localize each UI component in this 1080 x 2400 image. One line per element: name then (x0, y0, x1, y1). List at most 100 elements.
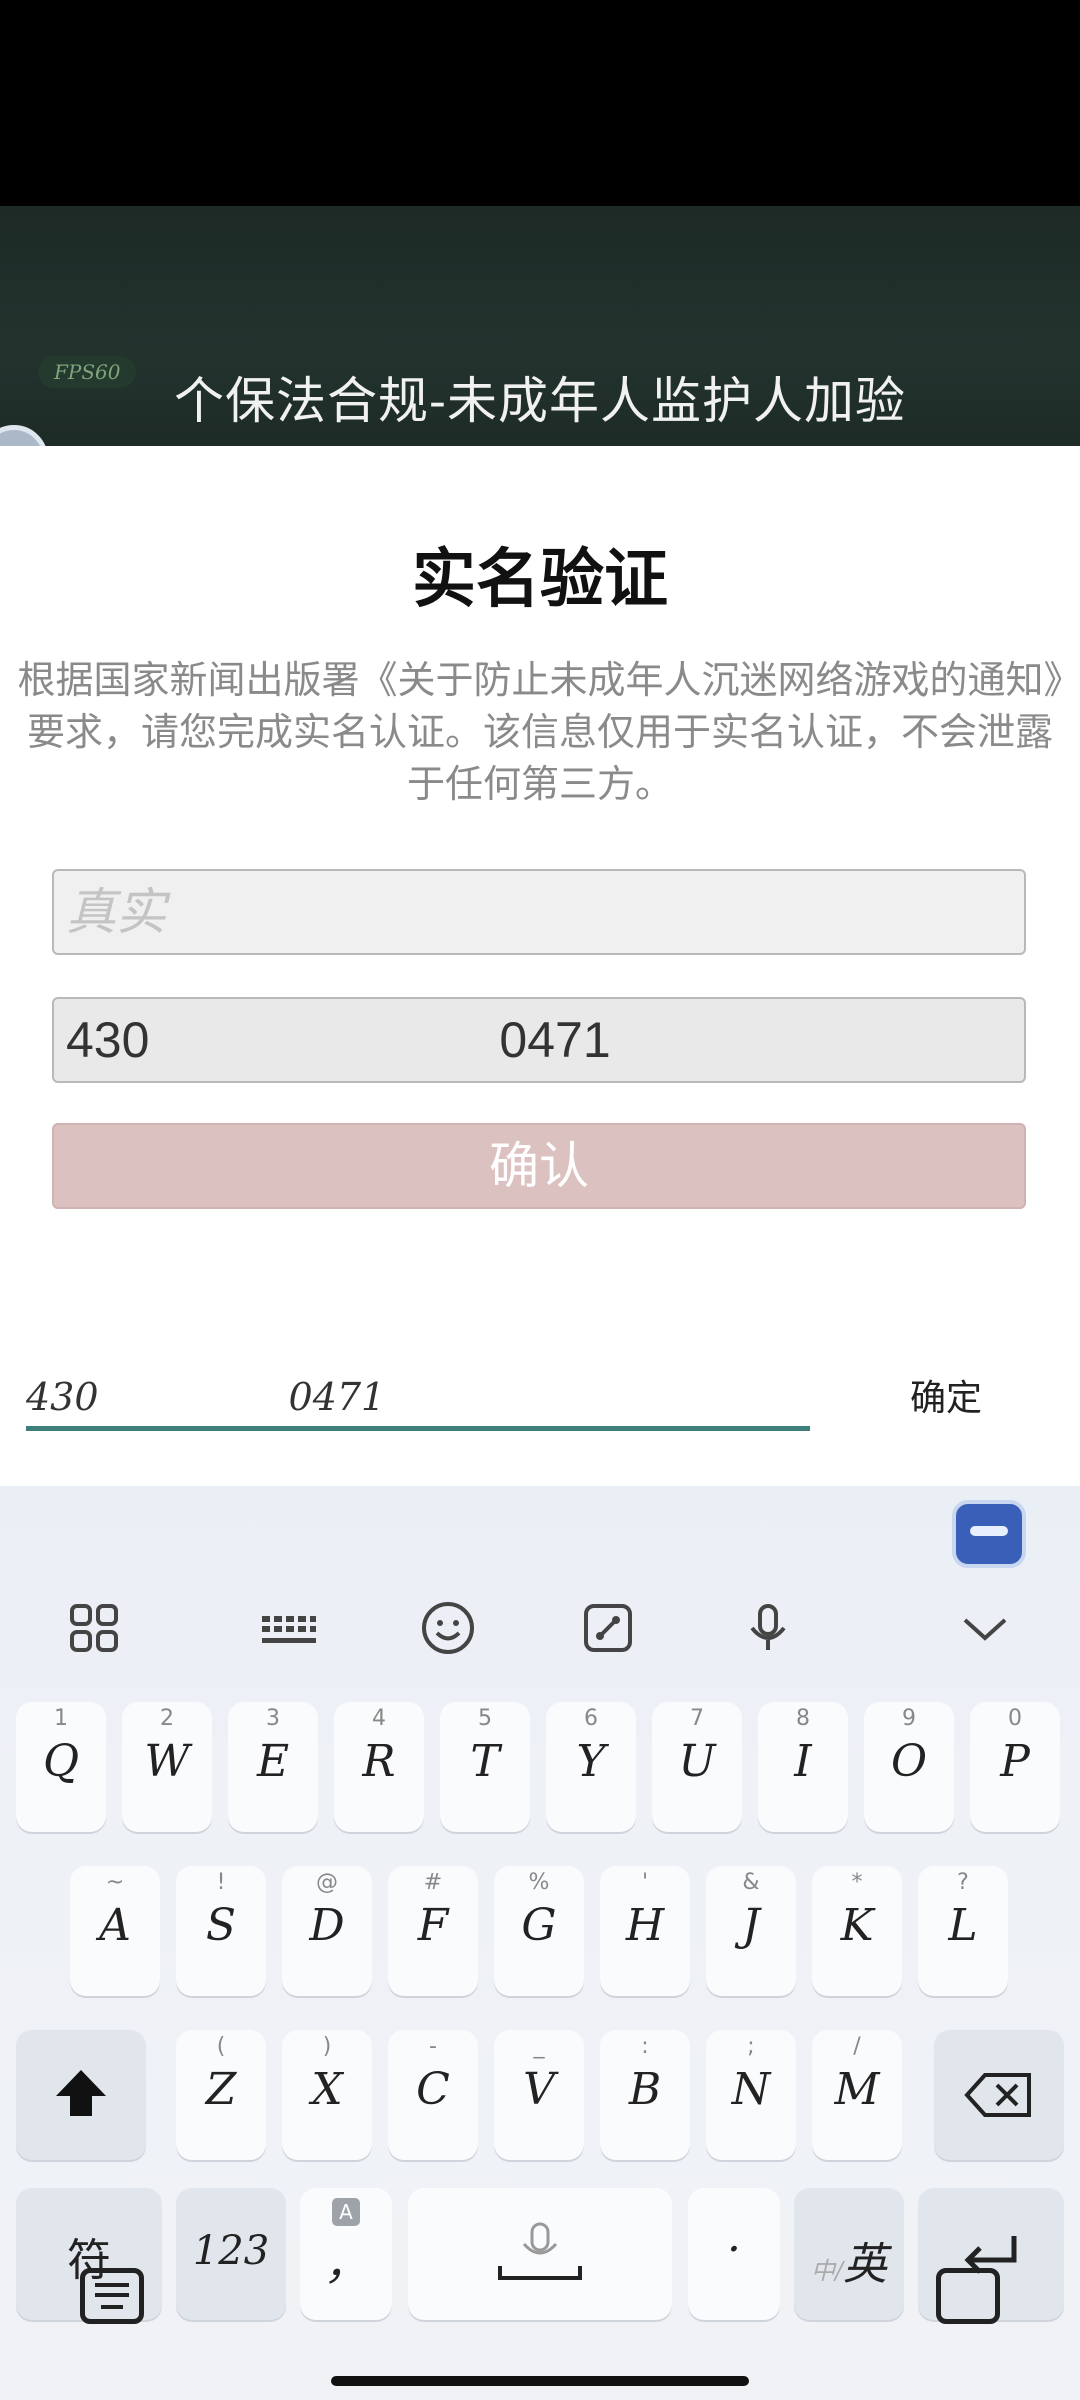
key-n[interactable]: ; N (706, 2030, 796, 2160)
key-w[interactable]: 2W (122, 1702, 212, 1832)
key-primary-label: T (470, 1736, 500, 1787)
key-secondary-label: _ (533, 2034, 545, 2059)
banner-title: 个保法合规-未成年人监护人加验 (174, 372, 906, 430)
key-secondary-label: 0 (1008, 1706, 1022, 1731)
key-secondary-label: - (429, 2034, 437, 2059)
key-primary-label: M (834, 2064, 880, 2115)
key-g[interactable]: % G (494, 1866, 584, 1996)
confirm-button[interactable]: 确认 (52, 1123, 1026, 1209)
key-p[interactable]: 0P (970, 1702, 1060, 1832)
key-primary-label: Z (205, 2064, 237, 2115)
key-primary-label: C (416, 2064, 450, 2115)
key-o[interactable]: 9O (864, 1702, 954, 1832)
key-secondary-label: % (528, 1870, 550, 1895)
key-s[interactable]: ! S (176, 1866, 266, 1996)
chevron-down-icon[interactable] (955, 1598, 1015, 1658)
key-b[interactable]: :B (600, 2030, 690, 2160)
key-secondary-label: 8 (796, 1706, 810, 1731)
key-secondary-label: 9 (902, 1706, 916, 1731)
dialog-description: 根据国家新闻出版署《关于防止未成年人沉迷网络游戏的通知》要求，请您完成实名认证。… (17, 658, 1063, 806)
key-primary-label: Y (576, 1736, 606, 1787)
key-secondary-label: 2 (160, 1706, 174, 1731)
apps-grid-icon[interactable] (64, 1598, 124, 1658)
key-e[interactable]: 3E (228, 1702, 318, 1832)
key-c[interactable]: -C (388, 2030, 478, 2160)
mic-icon[interactable] (738, 1598, 798, 1658)
assistant-robot-icon[interactable] (952, 1500, 1026, 1568)
backspace-key[interactable] (934, 2030, 1064, 2160)
ime-input-field[interactable]: 430 0471 (26, 1372, 810, 1431)
key-primary-label: U (678, 1736, 716, 1787)
key-secondary-label: * (851, 1870, 863, 1895)
key-primary-label: A (99, 1900, 131, 1951)
key-secondary-label: ( (216, 2034, 226, 2059)
key-v[interactable]: _ V (494, 2030, 584, 2160)
emoji-icon[interactable] (418, 1598, 478, 1658)
key-secondary-label: ~ (105, 1870, 125, 1895)
key-secondary-label: 6 (584, 1706, 598, 1731)
dialog-title: 实名验证 (412, 542, 668, 617)
keyboard-layout-icon[interactable] (258, 1598, 318, 1658)
key-k[interactable]: * K (812, 1866, 902, 1996)
key-t[interactable]: 5T (440, 1702, 530, 1832)
key-primary-label: D (309, 1900, 345, 1951)
key-secondary-label: ' (641, 1870, 649, 1895)
key-h[interactable]: ' H (600, 1866, 690, 1996)
ime-edit-row: 430 0471 确定 (0, 1375, 1080, 1486)
home-indicator[interactable] (331, 2376, 749, 2386)
key-f[interactable]: # F (388, 1866, 478, 1996)
key-primary-label: R (362, 1736, 396, 1787)
key-a[interactable]: ~ A (70, 1866, 160, 1996)
key-primary-label: J (742, 1900, 760, 1951)
key-secondary-label: 3 (266, 1706, 280, 1731)
key-secondary-label: ? (957, 1870, 969, 1895)
key-primary-label: W (144, 1736, 190, 1787)
key-m[interactable]: / M (812, 2030, 902, 2160)
key-j[interactable]: & J (706, 1866, 796, 1996)
realname-dialog: 实名验证 根据国家新闻出版署《关于防止未成年人沉迷网络游戏的通知》要求，请您完成… (0, 446, 1080, 1386)
key-z[interactable]: (Z (176, 2030, 266, 2160)
key-l[interactable]: ? L (918, 1866, 1008, 1996)
shift-key[interactable] (16, 2030, 146, 2160)
keyboard-switch-icon[interactable] (80, 2268, 144, 2324)
key-secondary-label: @ (316, 1870, 338, 1895)
key-secondary-label: ; (747, 2034, 755, 2059)
key-primary-label: X (311, 2064, 343, 2115)
system-nav-bar (0, 2216, 1080, 2400)
key-r[interactable]: 4R (334, 1702, 424, 1832)
key-secondary-label: ) (322, 2034, 332, 2059)
key-secondary-label: 7 (690, 1706, 704, 1731)
id-number-input[interactable]: 430 0471 (52, 997, 1026, 1083)
key-secondary-label: # (423, 1870, 443, 1895)
key-primary-label: O (890, 1736, 928, 1787)
clipboard-icon[interactable] (936, 2268, 1000, 2324)
key-secondary-label: / (853, 2034, 861, 2059)
key-q[interactable]: 1Q (16, 1702, 106, 1832)
key-secondary-label: : (641, 2034, 649, 2059)
key-u[interactable]: 7U (652, 1702, 742, 1832)
key-primary-label: E (256, 1736, 290, 1787)
key-primary-label: N (731, 2064, 771, 2115)
key-d[interactable]: @ D (282, 1866, 372, 1996)
status-bar (0, 0, 1080, 206)
key-primary-label: F (417, 1900, 449, 1951)
key-i[interactable]: 8I (758, 1702, 848, 1832)
key-x[interactable]: ) X (282, 2030, 372, 2160)
ime-ok-button[interactable]: 确定 (910, 1372, 982, 1426)
key-secondary-label: 4 (372, 1706, 386, 1731)
key-primary-label: I (794, 1736, 812, 1787)
key-y[interactable]: 6Y (546, 1702, 636, 1832)
soft-keyboard: 430 0471 确定 1Q2W3E4R5T6Y7U8I9O0P ~ A! S @ D #… (0, 1375, 1080, 2400)
key-primary-label: V (523, 2064, 555, 2115)
key-secondary-label: 5 (478, 1706, 492, 1731)
key-primary-label: S (205, 1900, 237, 1951)
key-primary-label: B (628, 2064, 662, 2115)
key-primary-label: G (521, 1900, 557, 1951)
real-name-input[interactable]: 真实 (52, 869, 1026, 955)
key-secondary-label: 1 (54, 1706, 68, 1731)
game-banner: FPS60 个保法合规-未成年人监护人加验 (0, 206, 1080, 446)
clipboard-link-icon[interactable] (578, 1598, 638, 1658)
key-secondary-label: & (742, 1870, 760, 1895)
key-primary-label: Q (42, 1736, 80, 1787)
key-primary-label: K (840, 1900, 874, 1951)
